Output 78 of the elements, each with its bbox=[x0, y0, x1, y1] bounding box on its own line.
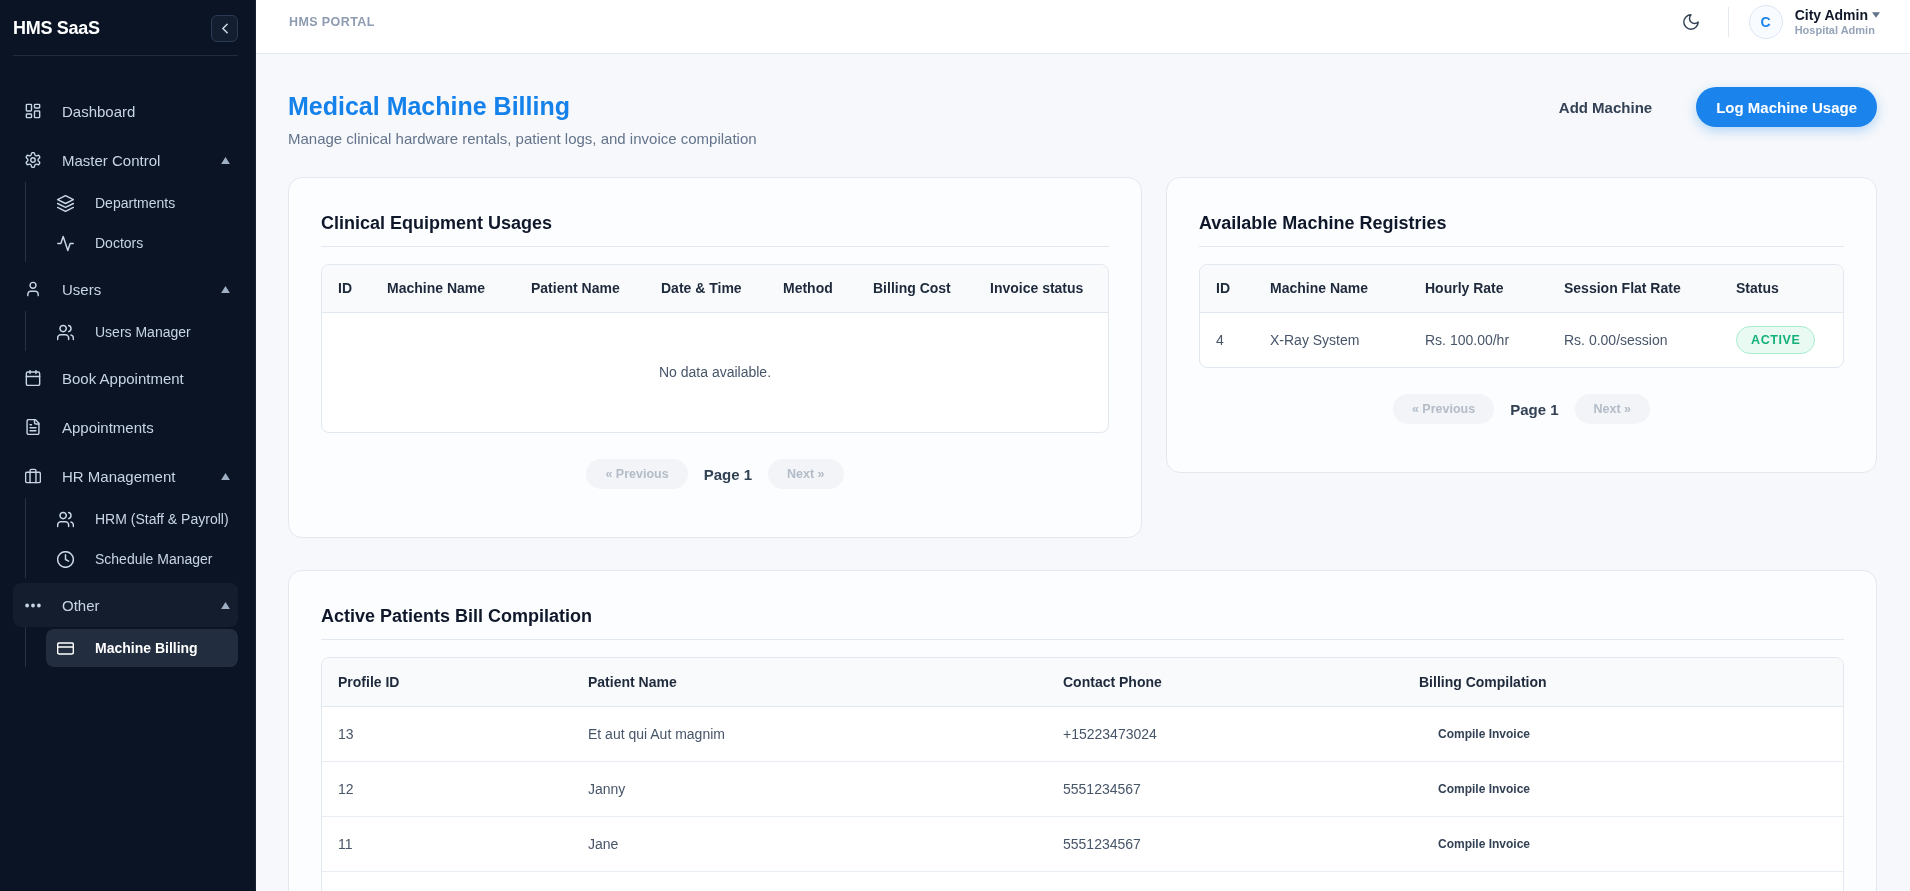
sidebar-subitem[interactable]: Machine Billing bbox=[46, 629, 238, 667]
column-header: Contact Phone bbox=[1047, 658, 1403, 706]
sidebar-item[interactable]: Book Appointment bbox=[13, 356, 238, 400]
user-menu-button[interactable]: City Admin bbox=[1794, 6, 1880, 24]
caret-icon bbox=[1872, 12, 1880, 18]
table-cell: 13 bbox=[338, 725, 354, 742]
table-cell: X-Ray System bbox=[1270, 331, 1360, 348]
column-header: Session Flat Rate bbox=[1548, 265, 1720, 312]
sidebar-subitem[interactable]: HRM (Staff & Payroll) bbox=[46, 500, 238, 538]
clock-icon bbox=[57, 550, 74, 568]
column-header: Profile ID bbox=[322, 658, 572, 706]
compile-invoice-button[interactable]: Compile Invoice bbox=[1419, 830, 1550, 857]
layers-icon bbox=[57, 194, 74, 212]
card-title: Clinical Equipment Usages bbox=[321, 212, 554, 235]
sidebar-item[interactable]: HR Management bbox=[13, 454, 238, 498]
column-header: Patient Name bbox=[515, 265, 645, 312]
column-header: Invoice status bbox=[974, 265, 1108, 312]
users-icon bbox=[57, 510, 74, 528]
table-cell: +15223473024 bbox=[1063, 725, 1157, 742]
column-header: Hourly Rate bbox=[1409, 265, 1548, 312]
dashboard-grid-icon bbox=[25, 103, 41, 119]
column-header: Billing Compilation bbox=[1403, 658, 1843, 706]
page-subtitle: Manage clinical hardware rentals, patient logs, and invoice compilation bbox=[288, 129, 757, 149]
page-title: Medical Machine Billing bbox=[288, 91, 571, 121]
settings-icon bbox=[25, 152, 41, 168]
users-icon bbox=[57, 323, 74, 341]
collapse-sidebar-button[interactable] bbox=[211, 14, 238, 42]
log-usage-button[interactable]: Log Machine Usage bbox=[1696, 87, 1877, 127]
column-header: Machine Name bbox=[1254, 265, 1409, 312]
user-avatar: C bbox=[1748, 4, 1783, 39]
document-icon bbox=[25, 419, 41, 435]
status-badge: ACTIVE bbox=[1736, 325, 1816, 354]
briefcase-icon bbox=[25, 468, 41, 484]
empty-message: No data available. bbox=[658, 364, 772, 381]
user-icon bbox=[25, 281, 41, 297]
sidebar-subitem[interactable]: Schedule Manager bbox=[46, 540, 238, 578]
table-cell: Rs. 100.00/hr bbox=[1425, 331, 1510, 348]
user-role: Hospital Admin bbox=[1794, 23, 1875, 37]
table-cell: 5551234567 bbox=[1063, 835, 1141, 852]
table-cell: 11 bbox=[338, 835, 353, 852]
sidebar-item[interactable]: Dashboard bbox=[13, 89, 238, 133]
sidebar-item[interactable]: Other bbox=[13, 583, 238, 627]
add-machine-button[interactable]: Add Machine bbox=[1542, 88, 1669, 126]
column-header: Date & Time bbox=[645, 265, 767, 312]
sidebar-item[interactable]: Master Control bbox=[13, 138, 238, 182]
pulse-icon bbox=[57, 234, 74, 252]
calendar-icon bbox=[25, 370, 41, 386]
portal-title: HMS PORTAL bbox=[289, 14, 375, 29]
column-header: Billing Cost bbox=[857, 265, 974, 312]
column-header: Patient Name bbox=[572, 658, 1047, 706]
sidebar-subitem[interactable]: Departments bbox=[46, 184, 238, 222]
compile-invoice-button[interactable]: Compile Invoice bbox=[1419, 720, 1550, 747]
moon-icon bbox=[1682, 13, 1699, 30]
table-cell: Jane bbox=[588, 835, 619, 852]
column-header: ID bbox=[322, 265, 371, 312]
card-icon bbox=[57, 639, 74, 657]
column-header: Status bbox=[1720, 265, 1843, 312]
card-title: Active Patients Bill Compilation bbox=[321, 605, 594, 628]
sidebar-item[interactable]: Users bbox=[13, 267, 238, 311]
table-cell: 12 bbox=[338, 780, 354, 797]
sidebar-item[interactable]: Appointments bbox=[13, 405, 238, 449]
sidebar-subitem[interactable]: Users Manager bbox=[46, 313, 238, 351]
compile-invoice-button[interactable]: Compile Invoice bbox=[1419, 775, 1550, 802]
brand-logo: HMS SaaS bbox=[13, 17, 100, 39]
column-header: Method bbox=[767, 265, 857, 312]
table-cell: Et aut qui Aut magnim bbox=[588, 725, 725, 742]
table-cell: Rs. 0.00/session bbox=[1564, 331, 1668, 348]
table-cell: 5551234567 bbox=[1063, 780, 1141, 797]
more-icon bbox=[25, 602, 41, 608]
table-cell: 4 bbox=[1216, 331, 1224, 348]
page-indicator: Page 1 bbox=[703, 465, 753, 483]
chevron-left-icon bbox=[221, 22, 228, 34]
table-cell: Janny bbox=[588, 780, 626, 797]
page-indicator: Page 1 bbox=[1510, 400, 1559, 418]
sidebar-subitem[interactable]: Doctors bbox=[46, 224, 238, 262]
card-title: Available Machine Registries bbox=[1199, 212, 1448, 235]
column-header: Machine Name bbox=[371, 265, 515, 312]
column-header: ID bbox=[1200, 265, 1254, 312]
